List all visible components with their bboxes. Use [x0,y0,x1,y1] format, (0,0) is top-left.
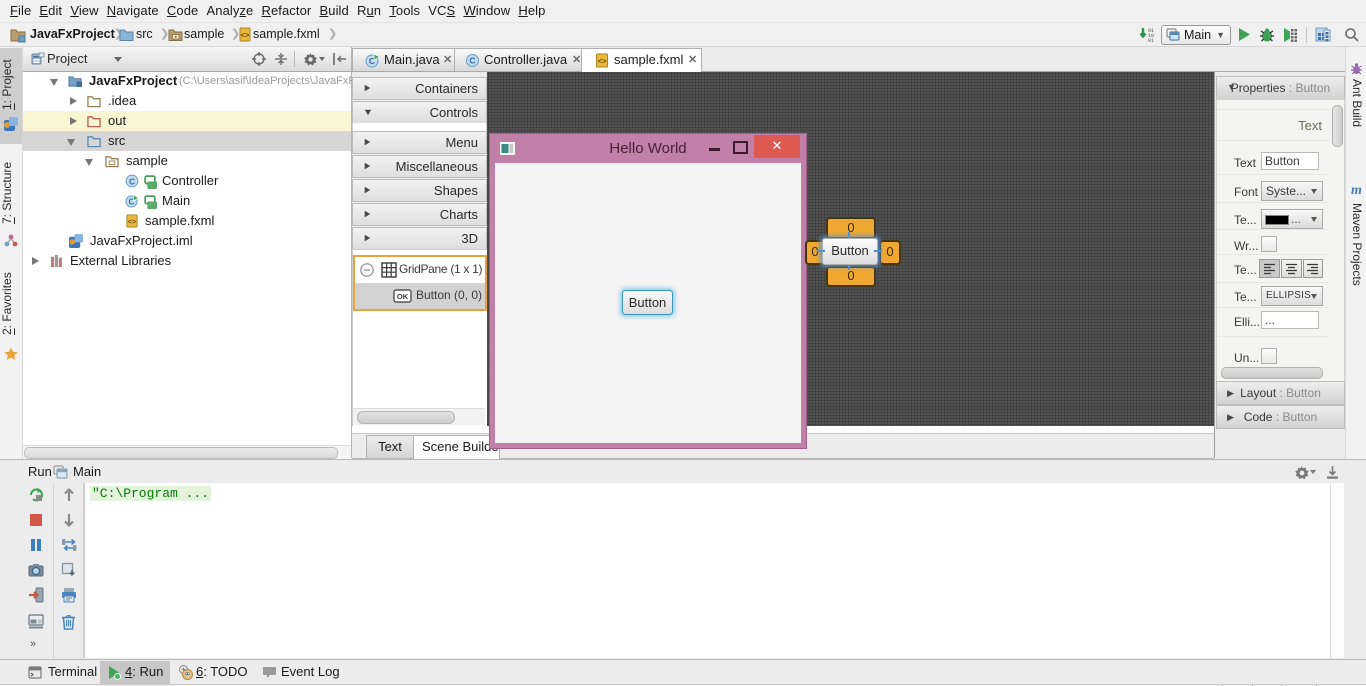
svg-text:C: C [129,176,135,186]
svg-text:<>: <> [598,57,607,66]
svg-text:C: C [469,56,475,66]
svg-text:<>: <> [128,219,136,226]
svg-text:OK: OK [397,292,409,301]
svg-text:01: 01 [1148,38,1154,43]
svg-text:<>: <> [241,31,250,40]
